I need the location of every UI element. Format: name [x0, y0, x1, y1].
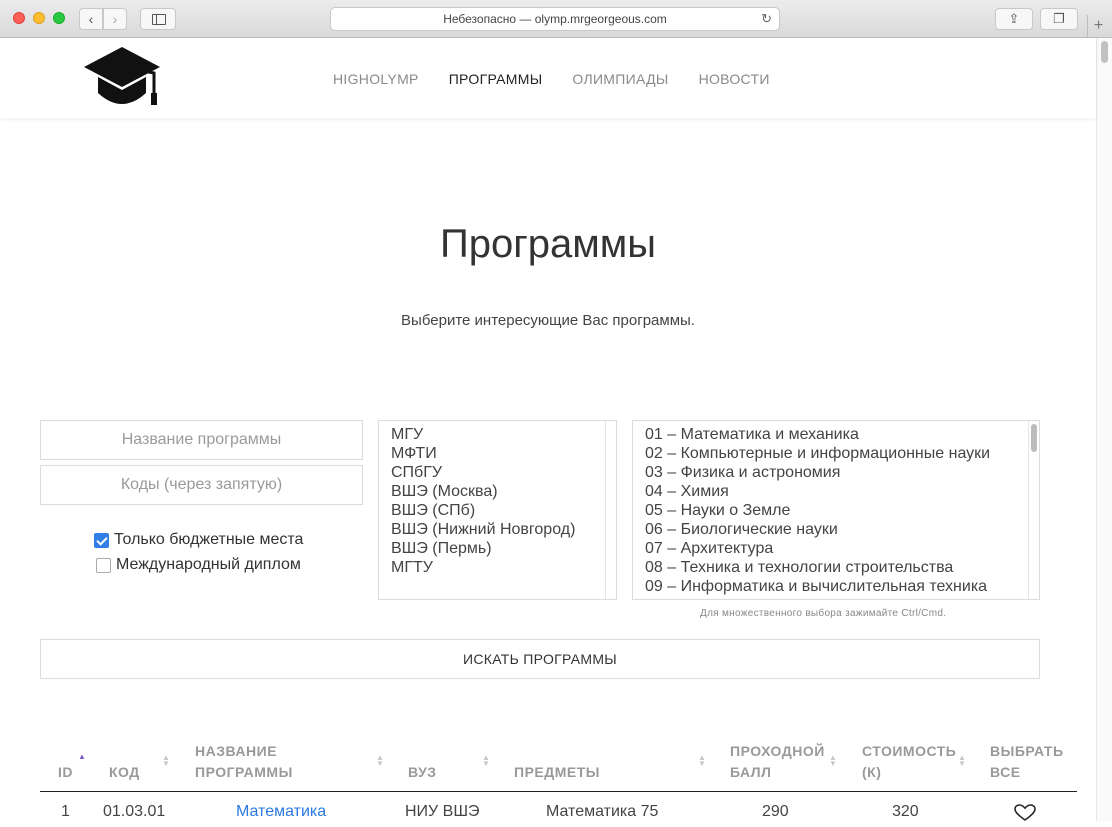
nav-item-olympiads[interactable]: ОЛИМПИАДЫ	[572, 71, 668, 87]
cell-university: НИУ ВШЭ	[405, 803, 480, 820]
direction-option[interactable]: 09 – Информатика и вычислительная техник…	[645, 577, 1039, 596]
minimize-window-button[interactable]	[33, 12, 45, 24]
forward-button[interactable]: ›	[103, 8, 127, 30]
column-header-score-line1: ПРОХОДНОЙ	[730, 743, 825, 759]
maximize-window-button[interactable]	[53, 12, 65, 24]
page-subtitle: Выберите интересующие Вас программы.	[401, 312, 695, 329]
direction-option[interactable]: 02 – Компьютерные и информационные науки	[645, 444, 1039, 463]
sort-id-icon[interactable]: ▲	[78, 753, 86, 761]
share-icon: ⇪	[1008, 11, 1020, 26]
tab-overview-button[interactable]: ❐	[1040, 8, 1078, 30]
direction-option[interactable]: 04 – Химия	[645, 482, 1039, 501]
graduation-cap-icon	[84, 47, 160, 105]
column-header-cost[interactable]: СТОИМОСТЬ (К)	[862, 741, 956, 783]
search-programs-button[interactable]: ИСКАТЬ ПРОГРАММЫ	[40, 639, 1040, 679]
chevron-right-icon: ›	[112, 11, 118, 27]
site-header: HIGHOLYMP ПРОГРАММЫ ОЛИМПИАДЫ НОВОСТИ	[0, 38, 1096, 118]
column-header-name-line1: НАЗВАНИЕ	[195, 743, 278, 759]
nav-item-higholymp[interactable]: HIGHOLYMP	[333, 71, 419, 87]
sort-cost-icon[interactable]: ▲ ▼	[958, 754, 966, 768]
direction-option[interactable]: 08 – Техника и технологии строительства	[645, 558, 1039, 577]
column-header-code[interactable]: КОД	[109, 762, 140, 783]
sort-university-icon[interactable]: ▲ ▼	[482, 754, 490, 768]
budget-only-checkbox[interactable]	[94, 532, 109, 548]
column-header-cost-line1: СТОИМОСТЬ	[862, 743, 957, 759]
international-diploma-checkbox[interactable]	[96, 557, 111, 573]
cell-code: 01.03.01	[103, 803, 166, 820]
cell-passing-score: 290	[762, 803, 789, 820]
sort-name-icon[interactable]: ▲ ▼	[376, 754, 384, 768]
column-header-id[interactable]: ID	[58, 762, 73, 783]
logo[interactable]	[84, 47, 162, 116]
table-header-divider	[40, 791, 1077, 792]
direction-select-scrollbar[interactable]	[1028, 421, 1039, 599]
address-bar[interactable]: Небезопасно — olymp.mrgeorgeous.com ↻	[330, 7, 780, 31]
column-header-select-all[interactable]: ВЫБРАТЬ ВСЕ	[990, 741, 1064, 783]
column-header-select-line2: ВСЕ	[990, 764, 1021, 780]
column-header-name[interactable]: НАЗВАНИЕ ПРОГРАММЫ	[195, 741, 293, 783]
multi-select-hint: Для множественного выбора зажимайте Ctrl…	[700, 608, 947, 619]
column-header-select-line1: ВЫБРАТЬ	[990, 743, 1064, 759]
nav-item-news[interactable]: НОВОСТИ	[699, 71, 770, 87]
cell-program-link[interactable]: Математика	[236, 803, 326, 821]
column-header-university[interactable]: ВУЗ	[408, 762, 437, 783]
direction-select[interactable]: 01 – Математика и механика 02 – Компьюте…	[632, 420, 1040, 600]
sort-subjects-icon[interactable]: ▲ ▼	[698, 754, 706, 768]
university-select[interactable]: МГУ МФТИ СПбГУ ВШЭ (Москва) ВШЭ (СПб) ВШ…	[378, 420, 617, 600]
codes-input[interactable]: Коды (через запятую)	[40, 465, 363, 505]
university-option[interactable]: МГУ	[391, 425, 616, 444]
budget-only-checkbox-row[interactable]: Только бюджетные места	[94, 531, 303, 549]
university-option[interactable]: ВШЭ (Пермь)	[391, 539, 616, 558]
browser-toolbar: ‹ › Небезопасно — olymp.mrgeorgeous.com …	[0, 0, 1112, 38]
close-window-button[interactable]	[13, 12, 25, 24]
university-option[interactable]: СПбГУ	[391, 463, 616, 482]
international-diploma-label: Международный диплом	[116, 556, 301, 573]
direction-option[interactable]: 05 – Науки о Земле	[645, 501, 1039, 520]
favorite-heart-icon[interactable]	[1014, 804, 1036, 827]
cell-id: 1	[61, 803, 70, 820]
university-option[interactable]: МГТУ	[391, 558, 616, 577]
nav-item-programs[interactable]: ПРОГРАММЫ	[449, 71, 543, 87]
url-text: Небезопасно — olymp.mrgeorgeous.com	[443, 12, 667, 26]
tabs-icon: ❐	[1053, 11, 1065, 26]
budget-only-label: Только бюджетные места	[114, 531, 304, 548]
direction-option[interactable]: 01 – Математика и механика	[645, 425, 1039, 444]
direction-select-scroll-thumb[interactable]	[1031, 424, 1037, 452]
university-option[interactable]: ВШЭ (СПб)	[391, 501, 616, 520]
new-tab-button[interactable]: +	[1087, 15, 1109, 37]
page-title: Программы	[439, 222, 657, 266]
reload-icon[interactable]: ↻	[761, 8, 772, 30]
page-scrollbar[interactable]	[1096, 38, 1112, 821]
university-option[interactable]: ВШЭ (Нижний Новгород)	[391, 520, 616, 539]
column-header-passing-score[interactable]: ПРОХОДНОЙ БАЛЛ	[730, 741, 825, 783]
direction-option[interactable]: 07 – Архитектура	[645, 539, 1039, 558]
page-scrollbar-thumb[interactable]	[1101, 41, 1108, 63]
university-option[interactable]: ВШЭ (Москва)	[391, 482, 616, 501]
plus-icon: +	[1093, 17, 1104, 34]
column-header-subjects[interactable]: ПРЕДМЕТЫ	[514, 762, 600, 783]
share-button[interactable]: ⇪	[995, 8, 1033, 30]
sort-score-icon[interactable]: ▲ ▼	[829, 754, 837, 768]
program-name-input[interactable]: Название программы	[40, 420, 363, 460]
university-option[interactable]: МФТИ	[391, 444, 616, 463]
university-select-scrollbar[interactable]	[605, 421, 616, 599]
direction-option[interactable]: 06 – Биологические науки	[645, 520, 1039, 539]
direction-option[interactable]: 03 – Физика и астрономия	[645, 463, 1039, 482]
column-header-cost-line2: (К)	[862, 764, 882, 780]
column-header-name-line2: ПРОГРАММЫ	[195, 764, 293, 780]
main-nav: HIGHOLYMP ПРОГРАММЫ ОЛИМПИАДЫ НОВОСТИ	[333, 71, 770, 87]
cell-subjects: Математика 75	[546, 803, 659, 820]
column-header-score-line2: БАЛЛ	[730, 764, 772, 780]
sort-code-icon[interactable]: ▲ ▼	[162, 754, 170, 768]
international-diploma-checkbox-row[interactable]: Международный диплом	[94, 556, 301, 574]
back-button[interactable]: ‹	[79, 8, 103, 30]
chevron-left-icon: ‹	[88, 11, 94, 27]
sidebar-toggle-button[interactable]	[140, 8, 176, 30]
cell-cost: 320	[892, 803, 919, 820]
